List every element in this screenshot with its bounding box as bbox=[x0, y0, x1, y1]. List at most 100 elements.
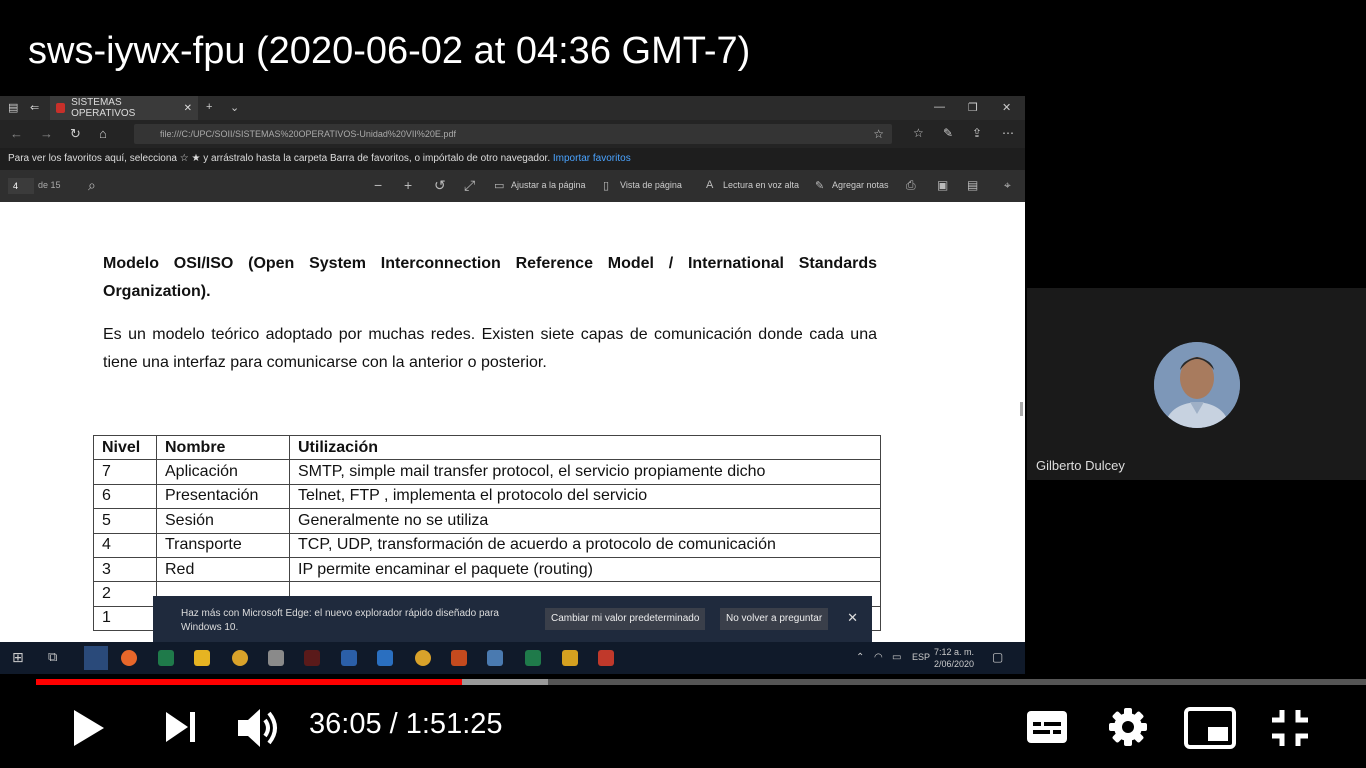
time-separator: / bbox=[381, 708, 406, 740]
url-field: file:///C:/UPC/SOII/SISTEMAS%20OPERATIVO… bbox=[134, 124, 892, 144]
page-number-field: 4 bbox=[8, 178, 34, 194]
tray-chevron-icon: ⌃ bbox=[856, 652, 865, 663]
zoom-in-icon: + bbox=[404, 177, 413, 193]
play-button[interactable] bbox=[70, 708, 106, 753]
avatar bbox=[1154, 342, 1240, 428]
cell-nombre: Aplicación bbox=[156, 459, 290, 485]
pdf-page: Modelo OSI/ISO (Open System Interconnect… bbox=[0, 202, 1025, 642]
exit-fullscreen-icon bbox=[1272, 710, 1308, 746]
tab-actions-icon: ▤ bbox=[8, 102, 19, 114]
video-title: sws-iywx-fpu (2020-06-02 at 04:36 GMT-7) bbox=[28, 30, 751, 72]
next-button[interactable] bbox=[164, 710, 198, 749]
rsa-icon bbox=[304, 650, 320, 666]
progress-bar[interactable] bbox=[36, 679, 1366, 685]
powerpoint-icon bbox=[451, 650, 467, 666]
zoom-out-icon: − bbox=[374, 177, 383, 193]
cell-nombre: Presentación bbox=[156, 483, 290, 510]
battery-icon: ▭ bbox=[892, 652, 902, 663]
cell-nombre: Transporte bbox=[156, 532, 290, 558]
miniplayer-icon bbox=[1184, 707, 1236, 749]
table-row: 7 Aplicación SMTP, simple mail transfer … bbox=[93, 459, 881, 485]
calculator-icon bbox=[268, 650, 284, 666]
favorite-star-icon: ☆ bbox=[873, 127, 884, 141]
subtitles-icon bbox=[1027, 711, 1067, 743]
cell-utilizacion: Telnet, FTP , implementa el protocolo de… bbox=[289, 483, 881, 510]
save-as-icon: ▤ bbox=[967, 178, 979, 192]
cell-nombre: Sesión bbox=[156, 508, 290, 534]
participant-tile: Gilberto Dulcey bbox=[1027, 288, 1366, 480]
pdf-favicon-icon bbox=[56, 103, 66, 113]
word-icon bbox=[341, 650, 357, 666]
outlook-icon bbox=[377, 650, 393, 666]
security-app-icon bbox=[598, 650, 614, 666]
fit-page-label: Ajustar a la página bbox=[511, 180, 586, 190]
forward-icon: → bbox=[40, 126, 53, 141]
table-row: 6 Presentación Telnet, FTP , implementa … bbox=[93, 483, 881, 510]
task-view-icon: ⧉ bbox=[48, 649, 58, 664]
screen-share: ▤ ⇐ SISTEMAS OPERATIVOS ✕ + ⌄ — ❐ ✕ ← → … bbox=[0, 96, 1025, 674]
windows-taskbar: ⊞ ⧉ ⌃ ◠ ▭ ESP 7:12 a. m. 2/06/2020 ▢ bbox=[0, 642, 1025, 674]
taskbar-clock: 7:12 a. m. 2/06/2020 bbox=[934, 646, 974, 670]
header-utilizacion: Utilización bbox=[289, 434, 881, 461]
volume-icon bbox=[238, 709, 277, 747]
video-player[interactable]: sws-iywx-fpu (2020-06-02 at 04:36 GMT-7)… bbox=[0, 0, 1366, 768]
header-nombre: Nombre bbox=[156, 434, 290, 461]
pin-icon: ⌖ bbox=[1004, 178, 1011, 192]
cell-utilizacion: TCP, UDP, transformación de acuerdo a pr… bbox=[289, 532, 881, 558]
tab-list-icon: ⌄ bbox=[230, 102, 240, 114]
restore-icon: ❐ bbox=[968, 102, 978, 114]
read-aloud-icon: A bbox=[706, 179, 714, 191]
pdf-scrollbar bbox=[1020, 402, 1023, 416]
cell-utilizacion: Generalmente no se utiliza bbox=[289, 508, 881, 534]
read-aloud-label: Lectura en voz alta bbox=[723, 180, 800, 190]
set-aside-tabs-icon: ⇐ bbox=[30, 102, 40, 114]
header-nivel: Nivel bbox=[93, 434, 157, 461]
chrome-icon bbox=[232, 650, 248, 666]
clock-date: 2/06/2020 bbox=[934, 659, 975, 669]
import-favorites-link: Importar favoritos bbox=[552, 153, 631, 164]
cell-nivel: 5 bbox=[93, 508, 157, 534]
volume-button[interactable] bbox=[236, 705, 284, 756]
cell-nivel: 1 bbox=[93, 605, 157, 632]
virtualbox-icon bbox=[487, 650, 503, 666]
cell-nivel: 6 bbox=[93, 483, 157, 510]
browser-tab: SISTEMAS OPERATIVOS ✕ bbox=[50, 96, 198, 120]
participant-name: Gilberto Dulcey bbox=[1036, 458, 1125, 473]
notification-message: Haz más con Microsoft Edge: el nuevo exp… bbox=[181, 608, 499, 633]
play-icon bbox=[74, 710, 104, 746]
tab-title: SISTEMAS OPERATIVOS bbox=[71, 97, 136, 119]
dont-ask-again-button: No volver a preguntar bbox=[720, 608, 829, 630]
favorites-bar: Para ver los favoritos aquí, selecciona … bbox=[0, 148, 1025, 170]
pen-icon: ✎ bbox=[943, 126, 954, 140]
cell-nivel: 3 bbox=[93, 556, 157, 583]
notes-icon: ✎ bbox=[815, 180, 825, 192]
subtitles-button[interactable] bbox=[1026, 710, 1068, 749]
miniplayer-button[interactable] bbox=[1184, 707, 1236, 754]
settings-gear-icon bbox=[1109, 708, 1147, 746]
cell-nivel: 7 bbox=[93, 459, 157, 485]
firefox-icon bbox=[121, 650, 137, 666]
refresh-icon: ↻ bbox=[70, 126, 81, 141]
browser-address-bar: ← → ↻ ⌂ file:///C:/UPC/SOII/SISTEMAS%20O… bbox=[0, 120, 1025, 148]
favorites-icon: ☆ bbox=[913, 126, 924, 140]
document-heading: Modelo OSI/ISO (Open System Interconnect… bbox=[103, 255, 877, 300]
window-close-icon: ✕ bbox=[1002, 102, 1012, 114]
excel-icon bbox=[525, 650, 541, 666]
table-row: 3 Red IP permite encaminar el paquete (r… bbox=[93, 556, 881, 583]
excel-alt-icon bbox=[158, 650, 174, 666]
table-header-row: Nivel Nombre Utilización bbox=[93, 434, 881, 461]
cell-utilizacion: IP permite encaminar el paquete (routing… bbox=[289, 556, 881, 583]
time-display: 36:05 / 1:51:25 bbox=[309, 708, 503, 741]
settings-button[interactable] bbox=[1107, 706, 1149, 753]
clock-time: 7:12 a. m. bbox=[934, 647, 975, 657]
pdf-search-icon: ⌕ bbox=[88, 177, 96, 193]
edge-taskbar-icon bbox=[84, 646, 108, 670]
back-icon: ← bbox=[10, 126, 23, 141]
exit-fullscreen-button[interactable] bbox=[1270, 708, 1310, 753]
page-count: de 15 bbox=[38, 180, 61, 190]
tab-close-icon: ✕ bbox=[183, 102, 192, 114]
pdf-toolbar: 4 de 15 ⌕ − + ↺ ⤢ ▭ Ajustar a la página … bbox=[0, 170, 1025, 202]
table-row: 5 Sesión Generalmente no se utiliza bbox=[93, 508, 881, 534]
tools-icon bbox=[562, 650, 578, 666]
current-time: 36:05 bbox=[309, 708, 382, 740]
